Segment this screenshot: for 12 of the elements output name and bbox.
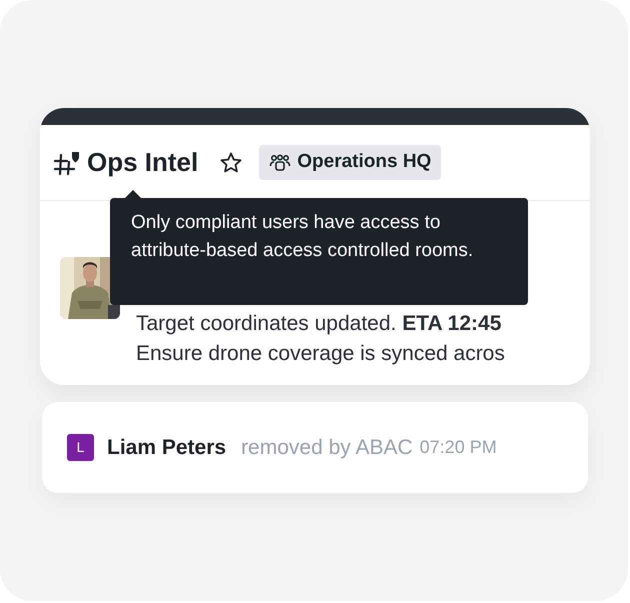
user-name: Liam Peters <box>107 434 226 461</box>
user-avatar: L <box>67 434 94 461</box>
event-time: 07:20 PM <box>420 436 497 459</box>
team-badge[interactable]: Operations HQ <box>259 145 442 180</box>
group-icon <box>269 154 292 172</box>
message-text: Target coordinates updated. ETA 12:45 <box>136 311 502 337</box>
star-button[interactable] <box>218 150 244 176</box>
tooltip-text: Only compliant users have access to attribute-based access controlled rooms. <box>131 211 474 263</box>
event-action: removed by ABAC <box>241 434 413 461</box>
channel-name: Ops Intel <box>87 146 198 179</box>
team-name: Operations HQ <box>297 150 432 174</box>
message-text: Ensure drone coverage is synced acros <box>136 341 506 367</box>
